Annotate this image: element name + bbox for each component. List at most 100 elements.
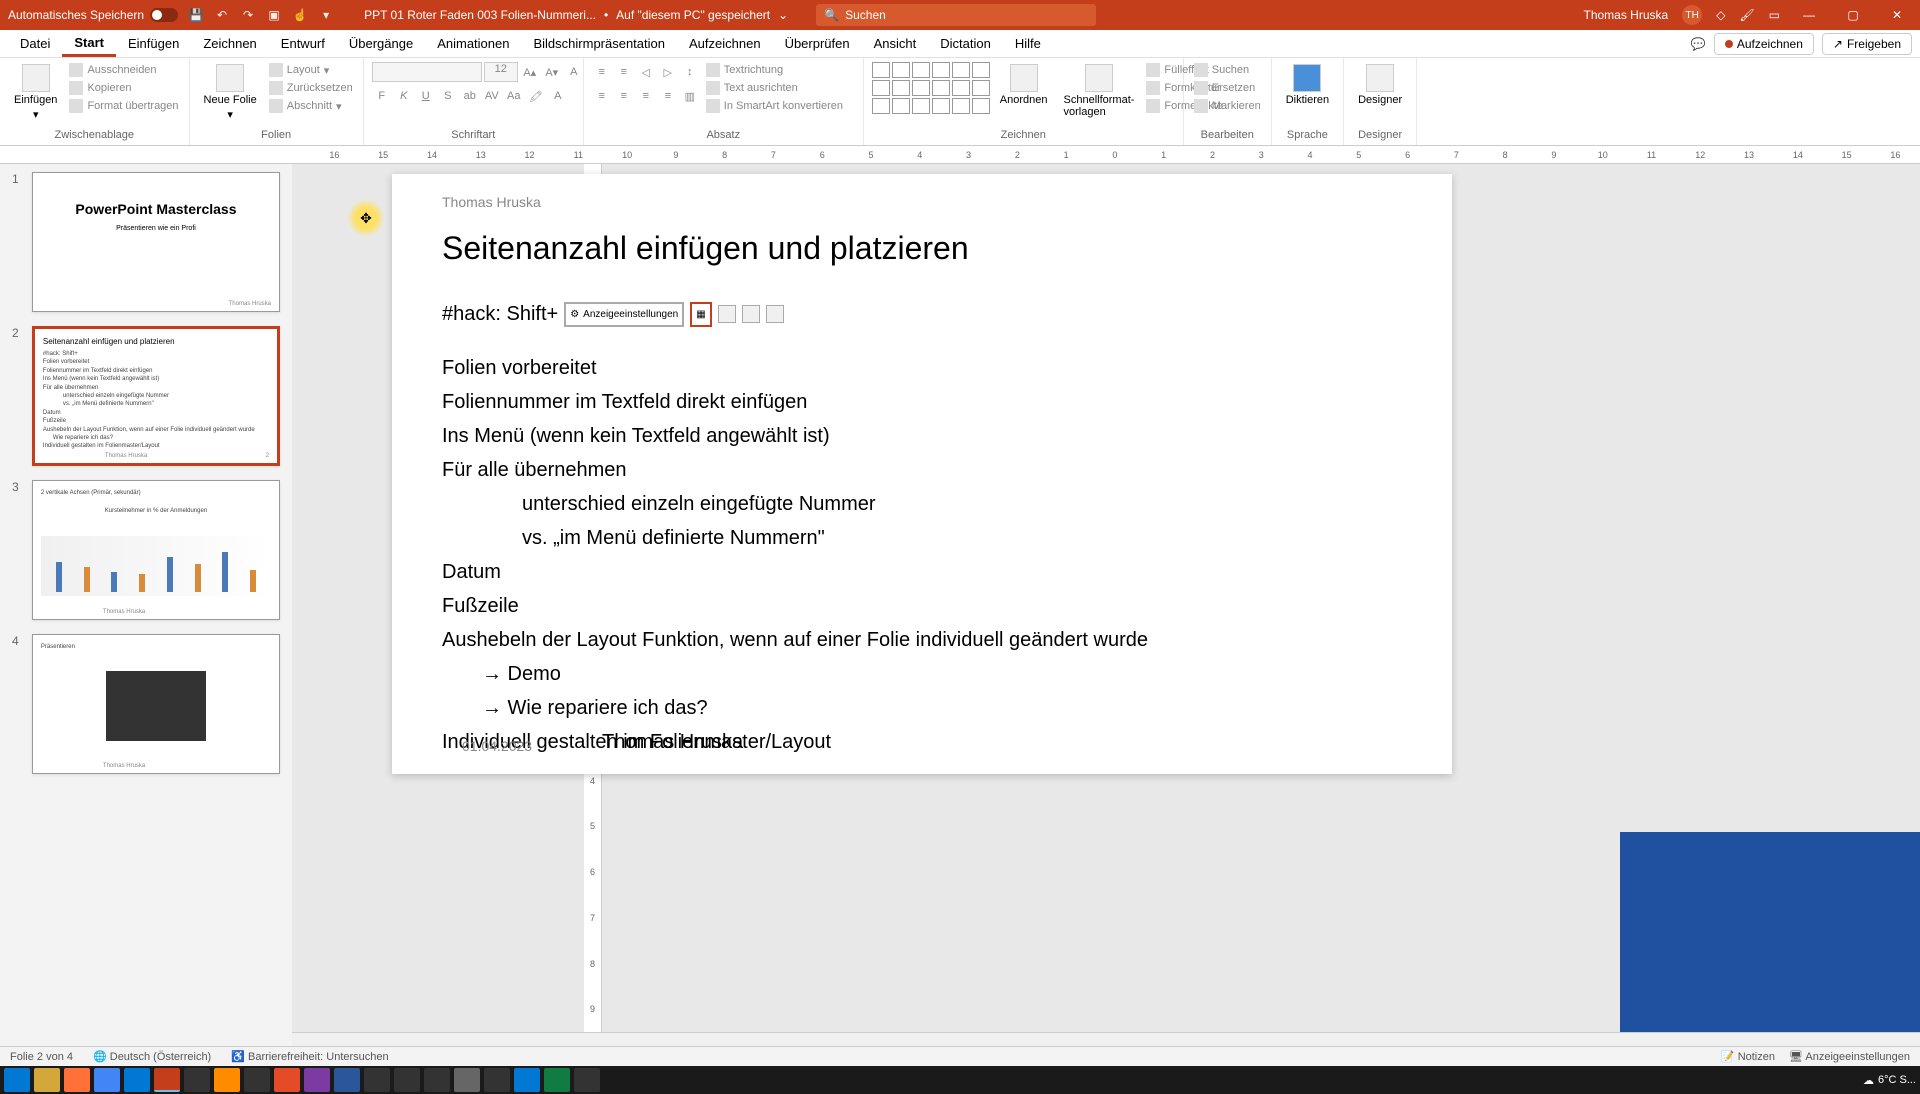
- obs-icon[interactable]: [424, 1068, 450, 1092]
- save-icon[interactable]: 💾: [188, 7, 204, 23]
- thumbnail-row[interactable]: 4 Präsentieren Thomas Hruska: [12, 634, 280, 774]
- menu-entwurf[interactable]: Entwurf: [269, 32, 337, 55]
- visio-icon[interactable]: [334, 1068, 360, 1092]
- display-settings-button[interactable]: 🖥 Anzeigeeinstellungen: [1789, 1050, 1910, 1063]
- replace-button[interactable]: Ersetzen: [1192, 80, 1263, 96]
- thumbnail-1[interactable]: PowerPoint Masterclass Präsentieren wie …: [32, 172, 280, 312]
- present-icon[interactable]: ▣: [266, 7, 282, 23]
- find-button[interactable]: Suchen: [1192, 62, 1263, 78]
- slide-editor[interactable]: Thomas Hruska Seitenanzahl einfügen und …: [392, 174, 1452, 774]
- maximize-button[interactable]: ▢: [1838, 5, 1868, 25]
- reset-button[interactable]: Zurücksetzen: [267, 80, 355, 96]
- menu-aufzeichnen[interactable]: Aufzeichnen: [677, 32, 773, 55]
- shape-item[interactable]: [912, 80, 930, 96]
- shape-item[interactable]: [872, 98, 890, 114]
- thumbnail-4[interactable]: Präsentieren Thomas Hruska: [32, 634, 280, 774]
- thumbnail-2[interactable]: Seitenanzahl einfügen und platzieren #ha…: [32, 326, 280, 466]
- excel-icon[interactable]: [544, 1068, 570, 1092]
- vlc-icon[interactable]: [214, 1068, 240, 1092]
- minimize-button[interactable]: —: [1794, 5, 1824, 25]
- thumbnail-3[interactable]: 2 vertikale Achsen (Primär, sekundär) Ku…: [32, 480, 280, 620]
- shape-item[interactable]: [912, 98, 930, 114]
- brush-icon[interactable]: 🖌: [1739, 8, 1754, 22]
- app-icon[interactable]: [574, 1068, 600, 1092]
- app-icon[interactable]: [274, 1068, 300, 1092]
- app-icon[interactable]: [394, 1068, 420, 1092]
- chevron-down-icon[interactable]: ⌄: [778, 8, 788, 22]
- app-icon[interactable]: [364, 1068, 390, 1092]
- edge-icon[interactable]: [514, 1068, 540, 1092]
- search-input[interactable]: 🔍 Suchen: [816, 4, 1096, 26]
- start-button[interactable]: [4, 1068, 30, 1092]
- share-button[interactable]: ↗Freigeben: [1822, 33, 1912, 55]
- onenote-icon[interactable]: [304, 1068, 330, 1092]
- powerpoint-icon[interactable]: [154, 1068, 180, 1092]
- app-icon[interactable]: [184, 1068, 210, 1092]
- menu-praesentation[interactable]: Bildschirmpräsentation: [521, 32, 677, 55]
- app-icon[interactable]: [244, 1068, 270, 1092]
- layout-button[interactable]: Layout ▾: [267, 62, 355, 78]
- paste-button[interactable]: Einfügen▾: [8, 62, 63, 123]
- shape-item[interactable]: [952, 98, 970, 114]
- weather-widget[interactable]: ☁6°C S...: [1863, 1074, 1916, 1087]
- section-button[interactable]: Abschnitt ▾: [267, 98, 355, 114]
- dictate-button[interactable]: Diktieren: [1280, 62, 1335, 108]
- accessibility-status[interactable]: ♿ Barrierefreiheit: Untersuchen: [231, 1050, 388, 1063]
- firefox-icon[interactable]: [64, 1068, 90, 1092]
- comments-icon[interactable]: 💬: [1691, 37, 1706, 51]
- language-status[interactable]: 🌐 Deutsch (Österreich): [93, 1050, 211, 1063]
- slide-canvas-area[interactable]: 9876543210123456789 ✥ Thomas Hruska Seit…: [292, 164, 1920, 1032]
- horizontal-ruler[interactable]: 1615141312111098765432101234567891011121…: [0, 146, 1920, 164]
- shape-item[interactable]: [932, 62, 950, 78]
- shape-item[interactable]: [872, 80, 890, 96]
- slide-thumbnails-panel[interactable]: 1 PowerPoint Masterclass Präsentieren wi…: [0, 164, 292, 1032]
- outlook-icon[interactable]: [124, 1068, 150, 1092]
- shape-item[interactable]: [892, 80, 910, 96]
- shape-item[interactable]: [932, 98, 950, 114]
- slide-body[interactable]: #hack: Shift+ ⚙Anzeigeeinstellungen ▦ Fo…: [442, 297, 1402, 759]
- select-button[interactable]: Markieren: [1192, 98, 1263, 114]
- shape-item[interactable]: [892, 98, 910, 114]
- menu-animationen[interactable]: Animationen: [425, 32, 521, 55]
- shape-item[interactable]: [972, 80, 990, 96]
- menu-hilfe[interactable]: Hilfe: [1003, 32, 1053, 55]
- close-button[interactable]: ✕: [1882, 5, 1912, 25]
- menu-ansicht[interactable]: Ansicht: [862, 32, 929, 55]
- shapes-gallery[interactable]: [872, 62, 990, 114]
- shape-item[interactable]: [972, 98, 990, 114]
- shape-item[interactable]: [972, 62, 990, 78]
- shape-item[interactable]: [932, 80, 950, 96]
- thumbnail-row[interactable]: 3 2 vertikale Achsen (Primär, sekundär) …: [12, 480, 280, 620]
- more-icon[interactable]: ▾: [318, 7, 334, 23]
- notes-button[interactable]: 📝 Notizen: [1721, 1050, 1775, 1063]
- shape-item[interactable]: [892, 62, 910, 78]
- menu-dictation[interactable]: Dictation: [928, 32, 1003, 55]
- menu-zeichnen[interactable]: Zeichnen: [191, 32, 268, 55]
- user-name[interactable]: Thomas Hruska: [1583, 8, 1668, 22]
- undo-icon[interactable]: ↶: [214, 7, 230, 23]
- autosave-toggle[interactable]: Automatisches Speichern: [8, 8, 178, 22]
- slide-counter[interactable]: Folie 2 von 4: [10, 1051, 73, 1063]
- slide-title[interactable]: Seitenanzahl einfügen und platzieren: [442, 230, 1402, 267]
- chrome-icon[interactable]: [94, 1068, 120, 1092]
- avatar[interactable]: TH: [1682, 5, 1702, 25]
- redo-icon[interactable]: ↷: [240, 7, 256, 23]
- horizontal-scrollbar[interactable]: [292, 1032, 1920, 1046]
- window-icon[interactable]: ▭: [1769, 8, 1780, 22]
- menu-start[interactable]: Start: [62, 31, 116, 57]
- app-icon[interactable]: [454, 1068, 480, 1092]
- menu-uebergaenge[interactable]: Übergänge: [337, 32, 425, 55]
- shape-item[interactable]: [912, 62, 930, 78]
- toggle-switch[interactable]: [150, 8, 178, 22]
- diamond-icon[interactable]: ◇: [1716, 8, 1725, 22]
- thumbnail-row[interactable]: 2 Seitenanzahl einfügen und platzieren #…: [12, 326, 280, 466]
- arrange-button[interactable]: Anordnen: [994, 62, 1054, 108]
- quickstyles-button[interactable]: Schnellformat-vorlagen: [1058, 62, 1141, 120]
- record-button[interactable]: Aufzeichnen: [1714, 33, 1814, 55]
- touch-icon[interactable]: ☝: [292, 7, 308, 23]
- shape-item[interactable]: [952, 80, 970, 96]
- explorer-icon[interactable]: [34, 1068, 60, 1092]
- app-icon[interactable]: [484, 1068, 510, 1092]
- thumbnail-row[interactable]: 1 PowerPoint Masterclass Präsentieren wi…: [12, 172, 280, 312]
- new-slide-button[interactable]: Neue Folie▾: [198, 62, 263, 123]
